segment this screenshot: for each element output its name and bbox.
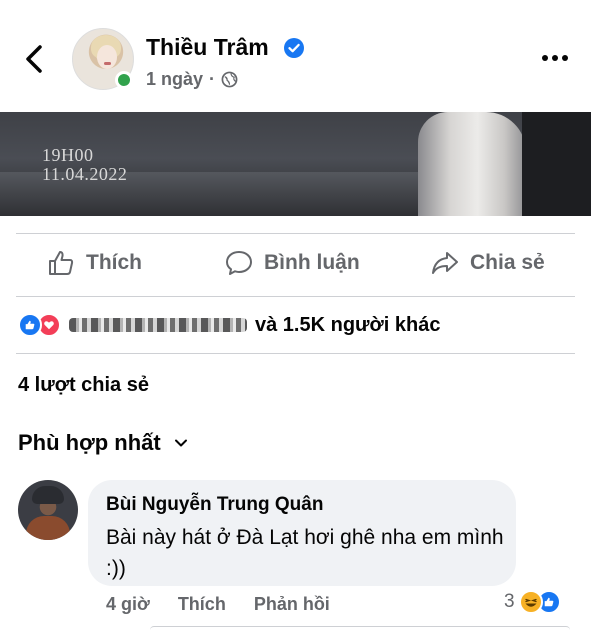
share-button-label: Chia sẻ (470, 251, 545, 274)
divider (16, 296, 575, 297)
comment-button[interactable]: Bình luận (224, 248, 360, 278)
post-image[interactable]: 19H00 11.04.2022 (0, 112, 591, 216)
divider (16, 353, 575, 354)
comment-reply-button[interactable]: Phản hồi (254, 594, 330, 615)
thumbs-up-icon (49, 251, 74, 275)
reactions-summary[interactable]: và 1.5K người khác (18, 310, 440, 340)
online-status-icon (115, 71, 133, 89)
comment-time: 4 giờ (106, 594, 150, 614)
comment-actions: 4 giờ Thích Phản hồi (106, 594, 330, 615)
comments-sort-dropdown[interactable]: Phù hợp nhất (18, 430, 189, 456)
globe-icon (221, 71, 238, 88)
author-name[interactable]: Thiều Trâm (146, 34, 269, 61)
comment-bubble: Bùi Nguyễn Trung Quân Bài này hát ở Đà L… (88, 480, 516, 586)
comment-reactions[interactable]: 3 (504, 590, 561, 614)
back-arrow-icon[interactable] (20, 42, 50, 76)
author-avatar[interactable] (72, 28, 134, 90)
reply-box-edge (150, 626, 570, 630)
share-button[interactable]: Chia sẻ (430, 248, 545, 278)
blurred-reactor-names (69, 318, 247, 332)
post-header: Thiều Trâm 1 ngày · (0, 0, 591, 112)
comment-reaction-count: 3 (504, 591, 515, 612)
comment-bubble-icon (226, 251, 252, 275)
divider (16, 233, 575, 234)
post-meta: 1 ngày · (146, 69, 238, 90)
image-caption: 19H00 11.04.2022 (42, 146, 127, 184)
comments-sort-label: Phù hợp nhất (18, 430, 161, 455)
reactions-count-text: và 1.5K người khác (255, 313, 441, 336)
like-button-label: Thích (86, 251, 142, 274)
comment-author[interactable]: Bùi Nguyễn Trung Quân (106, 494, 323, 516)
share-arrow-icon (432, 252, 458, 274)
haha-reaction-icon (518, 590, 543, 614)
commenter-avatar[interactable] (18, 480, 78, 540)
verified-badge-icon (284, 38, 304, 58)
like-button[interactable]: Thích (46, 248, 142, 278)
post-action-bar: Thích Bình luận Chia sẻ (0, 240, 591, 288)
post-time[interactable]: 1 ngày (146, 69, 203, 90)
more-options-icon[interactable] (540, 52, 570, 64)
chevron-down-icon (174, 439, 187, 447)
like-reaction-icon (18, 313, 42, 337)
shares-count[interactable]: 4 lượt chia sẻ (18, 374, 149, 397)
comment-text: Bài này hát ở Đà Lạt hơi ghê nha em mình… (106, 526, 504, 580)
image-caption-time: 19H00 (42, 145, 94, 165)
meta-separator: · (209, 69, 216, 89)
comment-like-button[interactable]: Thích (178, 594, 226, 615)
comment-button-label: Bình luận (264, 251, 360, 274)
image-caption-date: 11.04.2022 (42, 164, 128, 184)
